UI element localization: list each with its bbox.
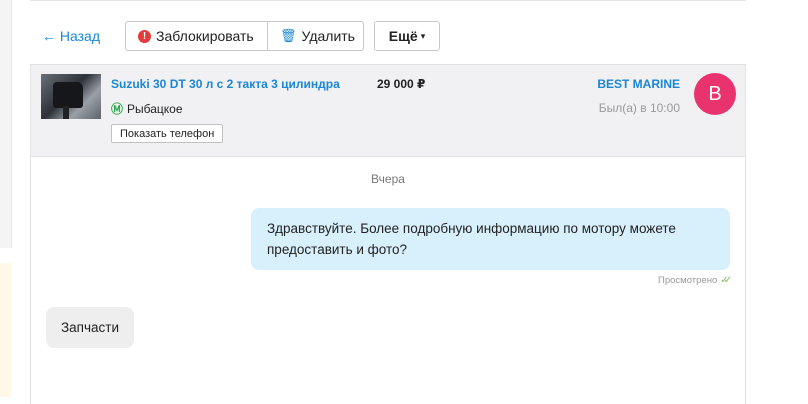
metro-station: Ⓜ Рыбацкое [111, 100, 183, 117]
delete-button[interactable]: 🗑 Удалить [267, 21, 364, 51]
date-separator: Вчера [371, 172, 405, 186]
item-title-link[interactable]: Suzuki 30 DT 30 л с 2 такта 3 цилиндра [111, 77, 340, 91]
item-thumbnail[interactable] [41, 74, 101, 119]
block-button[interactable]: ! Заблокировать [125, 21, 268, 51]
left-panel-highlight-fragment [0, 263, 11, 397]
metro-station-name: Рыбацкое [127, 101, 183, 116]
message-status-label: Просмотрено [658, 275, 718, 286]
delete-button-label: Удалить [301, 28, 355, 44]
trash-icon: 🗑 [280, 28, 297, 43]
motor-image-shape [53, 82, 83, 108]
chat-panel: Suzuki 30 DT 30 л с 2 такта 3 цилиндра 2… [30, 64, 746, 404]
seller-avatar[interactable]: B [694, 73, 736, 115]
seller-last-seen: Был(а) в 10:00 [598, 101, 680, 115]
outgoing-message: Здравствуйте. Более подробную информацию… [251, 208, 730, 270]
incoming-message: Запчасти [46, 307, 134, 348]
more-button-label: Ещё [388, 28, 418, 44]
chevron-down-icon: ▾ [420, 30, 426, 41]
item-price: 29 000 ₽ [377, 77, 426, 91]
warning-circle-icon: ! [138, 29, 151, 43]
double-check-icon: ✓✓ [720, 275, 732, 286]
block-button-label: Заблокировать [156, 28, 254, 44]
metro-icon: Ⓜ [111, 102, 124, 116]
more-button[interactable]: Ещё ▾ [374, 21, 440, 51]
item-header: Suzuki 30 DT 30 л с 2 такта 3 цилиндра 2… [31, 65, 745, 157]
message-read-status: Просмотрено ✓✓ [658, 275, 732, 286]
seller-name-link[interactable]: BEST MARINE [597, 77, 680, 91]
top-divider [30, 0, 746, 1]
back-link[interactable]: ← Назад [42, 28, 100, 44]
motor-shaft-shape [63, 106, 69, 119]
show-phone-button[interactable]: Показать телефон [111, 124, 224, 143]
left-panel-fragment [0, 0, 12, 248]
